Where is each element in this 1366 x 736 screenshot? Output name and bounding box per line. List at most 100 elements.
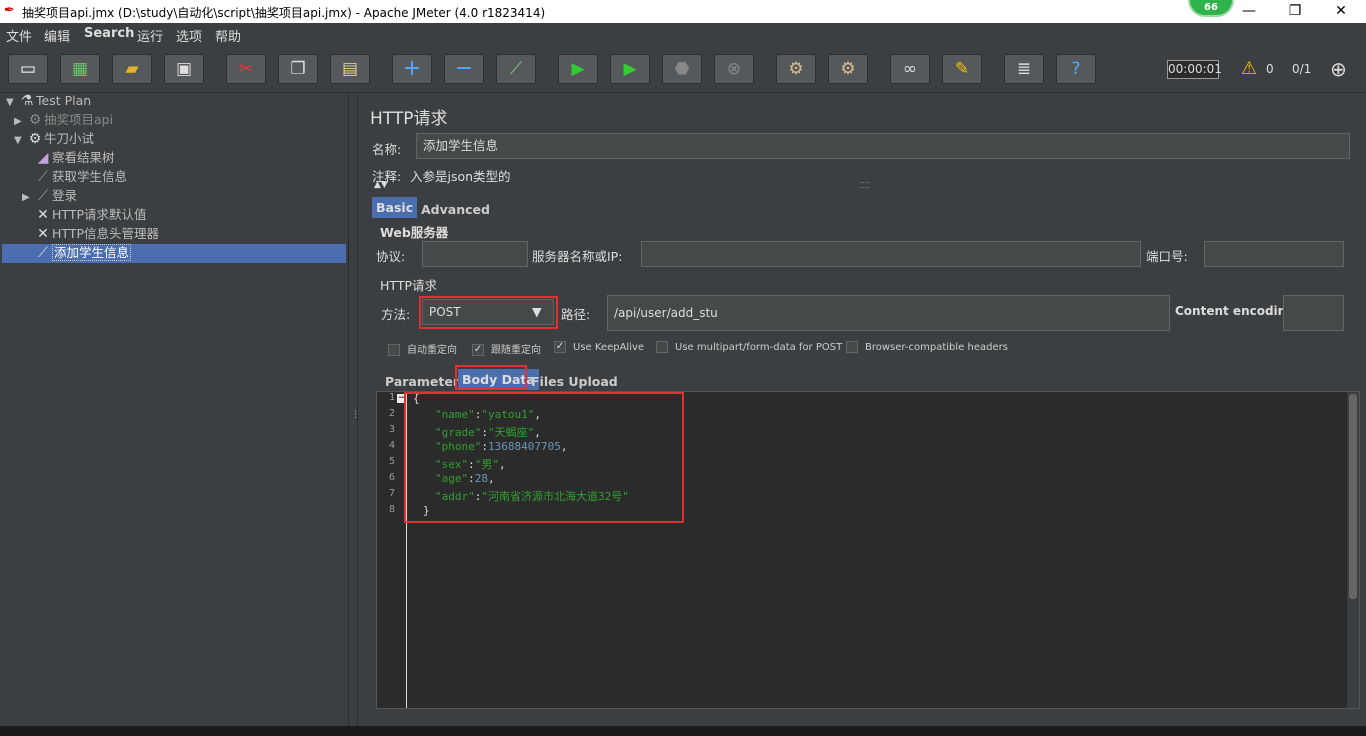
checkbox-box[interactable]: [846, 341, 858, 353]
name-field[interactable]: 添加学生信息: [416, 133, 1350, 159]
checkbox-browser-headers[interactable]: Browser-compatible headers: [846, 341, 1008, 353]
fold-toggle-icon[interactable]: −: [397, 394, 406, 403]
tree-item-http-defaults[interactable]: ✕ HTTP请求默认值: [22, 205, 146, 224]
minimize-icon[interactable]: —: [1226, 0, 1272, 23]
checkbox-box[interactable]: [388, 344, 400, 356]
tree-item-lottery-api[interactable]: ▶ ⚙ 抽奖项目api: [14, 110, 113, 129]
pipette-icon: ⟋: [38, 245, 48, 261]
help-icon[interactable]: ?: [1056, 54, 1096, 84]
save-icon[interactable]: ▣: [164, 54, 204, 84]
json-key: "name": [435, 408, 475, 421]
checkbox-box[interactable]: [656, 341, 668, 353]
stop-icon[interactable]: ⬣: [662, 54, 702, 84]
tree-item-label: HTTP信息头管理器: [52, 226, 159, 241]
tree-item-label: 获取学生信息: [52, 169, 128, 184]
shutdown-icon[interactable]: ⊗: [714, 54, 754, 84]
toggle-icon[interactable]: ⟋: [496, 54, 536, 84]
checkbox-follow-redirect[interactable]: ✓ 跟随重定向: [472, 341, 541, 356]
tree-item-header-manager[interactable]: ✕ HTTP信息头管理器: [22, 224, 159, 243]
menu-options[interactable]: 选项: [176, 26, 202, 45]
path-field[interactable]: /api/user/add_stu: [607, 295, 1170, 331]
editor-scrollbar[interactable]: [1347, 392, 1359, 708]
menu-edit[interactable]: 编辑: [44, 26, 70, 45]
tab-basic[interactable]: Basic: [372, 197, 418, 218]
open-brace: {: [413, 392, 420, 405]
menu-help[interactable]: 帮助: [215, 26, 241, 45]
collapse-arrows-icon[interactable]: ▲▼: [374, 180, 388, 190]
tab-advanced[interactable]: Advanced: [417, 199, 494, 220]
tab-parameters[interactable]: Parameters: [381, 371, 470, 392]
jmeter-feather-icon: ✒: [4, 3, 15, 18]
http-request-panel: HTTP请求 名称: 添加学生信息 注释: 入参是json类型的 ▲▼ ⁚⁚⁚⁚…: [360, 94, 1366, 726]
paste-icon[interactable]: ▤: [330, 54, 370, 84]
port-field[interactable]: [1204, 241, 1344, 267]
remote-globe-icon[interactable]: ⊕: [1330, 57, 1347, 81]
collapse-icon[interactable]: −: [444, 54, 484, 84]
clear-icon[interactable]: ⚙: [776, 54, 816, 84]
close-icon[interactable]: ✕: [1318, 0, 1364, 23]
splitter-grip-icon[interactable]: ⋮: [351, 410, 360, 420]
json-comma: ,: [534, 426, 541, 439]
json-value: "天蝎座": [487, 426, 535, 439]
content-encoding-label: Content encoding:: [1175, 304, 1300, 318]
function-helper-icon[interactable]: ≣: [1004, 54, 1044, 84]
divider-grip-icon[interactable]: ⁚⁚⁚⁚: [860, 181, 870, 190]
tree-item-get-student[interactable]: ⟋ 获取学生信息: [22, 167, 127, 186]
copy-icon[interactable]: ❐: [278, 54, 318, 84]
json-value: "男": [474, 458, 499, 471]
flask-icon: ⚗: [20, 93, 34, 109]
tree-item-test-plan[interactable]: ▼ ⚗ Test Plan: [6, 91, 91, 110]
json-line: "age":28,: [435, 472, 495, 485]
json-value: "yatou1": [481, 408, 535, 421]
tab-files-upload[interactable]: Files Upload: [527, 371, 622, 392]
json-line: "sex":"男",: [435, 456, 506, 472]
protocol-field[interactable]: [422, 241, 528, 267]
window-title: 抽奖项目api.jmx (D:\study\自动化\script\抽奖项目api…: [22, 6, 546, 20]
checkbox-box[interactable]: ✓: [472, 344, 484, 356]
json-key: "age": [435, 472, 469, 485]
tree-item-label: 抽奖项目api: [44, 112, 114, 127]
reset-search-icon[interactable]: ✎: [942, 54, 982, 84]
search-binoculars-icon[interactable]: ∞: [890, 54, 930, 84]
start-no-pauses-icon[interactable]: ▶: [610, 54, 650, 84]
pipette-icon: ⟋: [38, 169, 48, 185]
clear-all-icon[interactable]: ⚙: [828, 54, 868, 84]
checkbox-label: Browser-compatible headers: [865, 342, 1008, 353]
server-label: 服务器名称或IP:: [532, 249, 623, 264]
scroll-thumb[interactable]: [1349, 394, 1357, 599]
checkbox-multipart[interactable]: Use multipart/form-data for POST: [656, 341, 842, 353]
checkbox-auto-redirect[interactable]: 自动重定向: [388, 341, 457, 356]
start-icon[interactable]: ▶: [558, 54, 598, 84]
web-server-legend: Web服务器: [380, 225, 449, 240]
checkbox-box[interactable]: ✓: [554, 341, 566, 353]
warning-icon[interactable]: ⚠: [1241, 58, 1257, 79]
open-icon[interactable]: ▰: [112, 54, 152, 84]
menu-search[interactable]: Search: [84, 26, 134, 41]
restore-icon[interactable]: ❐: [1272, 0, 1318, 23]
body-data-editor[interactable]: 12345678 − {"name":"yatou1", "grade":"天蝎座…: [376, 391, 1360, 709]
name-label: 名称:: [372, 142, 402, 157]
chevron-down-icon[interactable]: ▼: [532, 304, 542, 319]
menu-file[interactable]: 文件: [6, 26, 32, 45]
comment-field[interactable]: 入参是json类型的: [410, 166, 511, 185]
checkbox-label: Use KeepAlive: [573, 342, 645, 353]
cut-icon[interactable]: ✂: [226, 54, 266, 84]
warning-count: 0: [1266, 62, 1274, 76]
tree-item-login[interactable]: ▶ ⟋ 登录: [22, 186, 77, 205]
checkbox-keepalive[interactable]: ✓ Use KeepAlive: [554, 341, 644, 353]
tree-item-thread-group[interactable]: ▼ ⚙ 牛刀小试: [14, 129, 94, 148]
tree-item-add-student[interactable]: ⟋ 添加学生信息: [22, 243, 132, 262]
elapsed-timer: 00:00:01: [1167, 60, 1222, 79]
line-number: 5: [388, 456, 395, 467]
new-icon[interactable]: ▭: [8, 54, 48, 84]
json-colon: :: [481, 440, 488, 453]
expand-icon[interactable]: +: [392, 54, 432, 84]
menu-run[interactable]: 运行: [137, 26, 163, 45]
server-field[interactable]: [641, 241, 1141, 267]
json-key: "grade": [435, 426, 482, 439]
pane-splitter[interactable]: ⋮: [348, 94, 360, 726]
templates-icon[interactable]: ▦: [60, 54, 100, 84]
tree-item-view-results[interactable]: ◢ 察看结果树: [22, 148, 115, 167]
content-encoding-field[interactable]: [1283, 295, 1344, 331]
tree-item-label: 添加学生信息: [52, 244, 132, 261]
